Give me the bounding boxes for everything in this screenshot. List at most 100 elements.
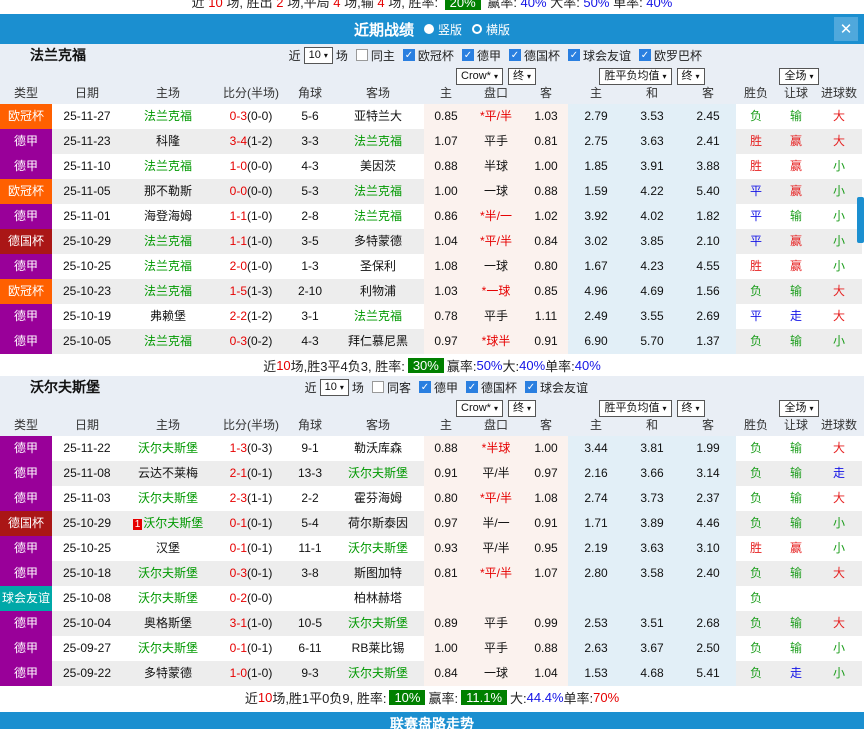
league-badge: 德国杯: [0, 229, 52, 254]
checkbox-checked-icon[interactable]: ✓: [567, 49, 580, 61]
wdl-time-select[interactable]: 终 ▾: [676, 67, 705, 85]
score: 1-0(0-0): [214, 154, 288, 179]
lose-odds: 2.45: [680, 104, 736, 129]
result-handicap: 赢: [776, 229, 816, 254]
draw-odds: 3.51: [624, 611, 680, 636]
corner-count: 10-5: [288, 611, 332, 636]
close-icon[interactable]: ✕: [834, 17, 858, 41]
result-handicap: 赢: [789, 259, 802, 273]
league-filter-label: 欧冠杯: [417, 48, 454, 63]
away-odds: 0.88: [524, 179, 568, 204]
wdl-source-select[interactable]: 胜平负均值 ▾: [599, 399, 672, 417]
layout-radio-vertical[interactable]: 竖版: [416, 21, 462, 38]
wdl-source-select-value: 胜平负均值: [604, 401, 660, 414]
column-header: 主: [439, 418, 452, 432]
radio-vertical-label: 竖版: [437, 22, 462, 37]
away-odds: 1.00: [524, 436, 568, 461]
handicap: 一球: [468, 254, 524, 279]
league-badge: 德甲: [0, 436, 52, 461]
corner-count: 4-3: [301, 159, 319, 173]
score: 2-1(0-1): [214, 461, 288, 486]
match-rows: 德甲 25-11-22 沃尔夫斯堡 1-3(0-3) 9-1 勒沃库森 0.88 *半球 1.0…: [0, 436, 864, 686]
win-odds: 1.71: [568, 511, 624, 536]
full-time-score: 2-1: [229, 466, 247, 480]
result-handicap: 输: [789, 209, 802, 223]
corner-count: 3-1: [301, 309, 319, 323]
corner-count: 9-3: [288, 661, 332, 686]
lose-odds: 2.69: [680, 304, 736, 329]
checkbox-checked-icon[interactable]: ✓: [418, 381, 431, 393]
league-badge: 德甲: [0, 486, 52, 511]
checkbox-checked-icon[interactable]: ✓: [465, 381, 478, 393]
radio-unselected-icon: [472, 24, 482, 34]
lose-odds: 1.82: [680, 204, 736, 229]
scope-select[interactable]: 全场 ▾: [779, 399, 819, 417]
home-odds: [424, 586, 468, 611]
corner-count: 5-3: [288, 179, 332, 204]
column-header: 进球数: [820, 418, 857, 432]
match-count-select[interactable]: 10 ▾: [319, 378, 349, 396]
result-goals: 小: [816, 511, 862, 536]
wdl-time-select[interactable]: 终 ▾: [676, 399, 705, 417]
odds-source-select[interactable]: Crow* ▾: [456, 399, 503, 417]
odds-time-select[interactable]: 终 ▾: [507, 399, 536, 417]
table-row: 德甲 25-09-27 沃尔夫斯堡 0-1(0-1) 6-11 RB莱比锡 1.00 平手 0.…: [0, 636, 864, 661]
summary-segment: 赢率:: [428, 690, 459, 706]
match-count-select-value: 10: [308, 48, 321, 61]
home-team-name: 多特蒙德: [143, 666, 192, 680]
checkbox-checked-icon[interactable]: ✓: [508, 49, 521, 61]
away-team: RB莱比锡: [332, 636, 424, 661]
away-team-name: 斯图加特: [353, 566, 402, 580]
odds-time-select-value: 终: [512, 401, 524, 414]
draw-odds: 3.66: [624, 461, 680, 486]
draw-odds: 3.63: [624, 129, 680, 154]
away-odds: 1.02: [524, 204, 568, 229]
draw-odds: 3.67: [624, 636, 680, 661]
full-time-score: 2-3: [229, 491, 247, 505]
home-team: 法兰克福: [122, 329, 214, 354]
bottom-bar[interactable]: 联赛盘路走势: [0, 712, 864, 729]
stat-segment: 赢率:: [483, 0, 521, 10]
odds-source-select-value: Crow*: [461, 401, 491, 414]
chevron-down-icon: ▾: [695, 71, 700, 81]
team-name: 沃尔夫斯堡: [30, 379, 100, 395]
layout-radio-horizontal[interactable]: 横版: [464, 21, 510, 38]
stat-segment: 10: [208, 0, 223, 10]
draw-odds: 3.91: [624, 154, 680, 179]
checkbox-unchecked-icon[interactable]: [371, 381, 384, 393]
wdl-source-select[interactable]: 胜平负均值 ▾: [599, 67, 672, 85]
column-header: 类型: [13, 418, 38, 432]
win-odds: 2.53: [568, 611, 624, 636]
table-row: 德甲 25-10-25 汉堡 0-1(0-1) 11-1 沃尔夫斯堡 0.93 平/半 0.95…: [0, 536, 864, 561]
match-date: 25-10-23: [52, 279, 122, 304]
corner-count: 2-2: [301, 491, 319, 505]
result-goals: 大: [816, 279, 862, 304]
checkbox-unchecked-icon[interactable]: [355, 49, 368, 61]
league-badge: 德甲: [0, 611, 52, 636]
odds-time-select[interactable]: 终 ▾: [507, 67, 536, 85]
away-team: 法兰克福: [332, 204, 424, 229]
result-wdl: 平: [736, 229, 776, 254]
scope-select[interactable]: 全场 ▾: [779, 67, 819, 85]
match-rows: 欧冠杯 25-11-27 法兰克福 0-3(0-0) 5-6 亚特兰大 0.85 *平/半 1.…: [0, 104, 864, 354]
home-odds: 0.84: [424, 661, 468, 686]
handicap: *球半: [468, 329, 524, 354]
match-count-select[interactable]: 10 ▾: [303, 46, 333, 64]
handicap: 一球: [468, 661, 524, 686]
checkbox-checked-icon[interactable]: ✓: [524, 381, 537, 393]
score: 0-2(0-0): [214, 586, 288, 611]
checkbox-checked-icon[interactable]: ✓: [638, 49, 651, 61]
checkbox-checked-icon[interactable]: ✓: [461, 49, 474, 61]
chevron-down-icon: ▾: [493, 71, 498, 81]
table-row: 球会友谊 25-10-08 沃尔夫斯堡 0-2(0-0) 柏林赫塔 负: [0, 586, 864, 611]
scrollbar-thumb[interactable]: [857, 197, 864, 243]
checkbox-checked-icon[interactable]: ✓: [402, 49, 415, 61]
league-badge: 德甲: [0, 561, 52, 586]
half-time-score: (1-2): [247, 134, 273, 148]
odds-source-select[interactable]: Crow* ▾: [456, 67, 503, 85]
away-team-name: 沃尔夫斯堡: [347, 616, 408, 630]
table-row: 欧冠杯 25-11-27 法兰克福 0-3(0-0) 5-6 亚特兰大 0.85 *平/半 1.…: [0, 104, 864, 129]
home-odds: 0.86: [424, 204, 468, 229]
away-odds: 0.85: [524, 279, 568, 304]
summary-segment: 赢率:: [446, 358, 477, 374]
